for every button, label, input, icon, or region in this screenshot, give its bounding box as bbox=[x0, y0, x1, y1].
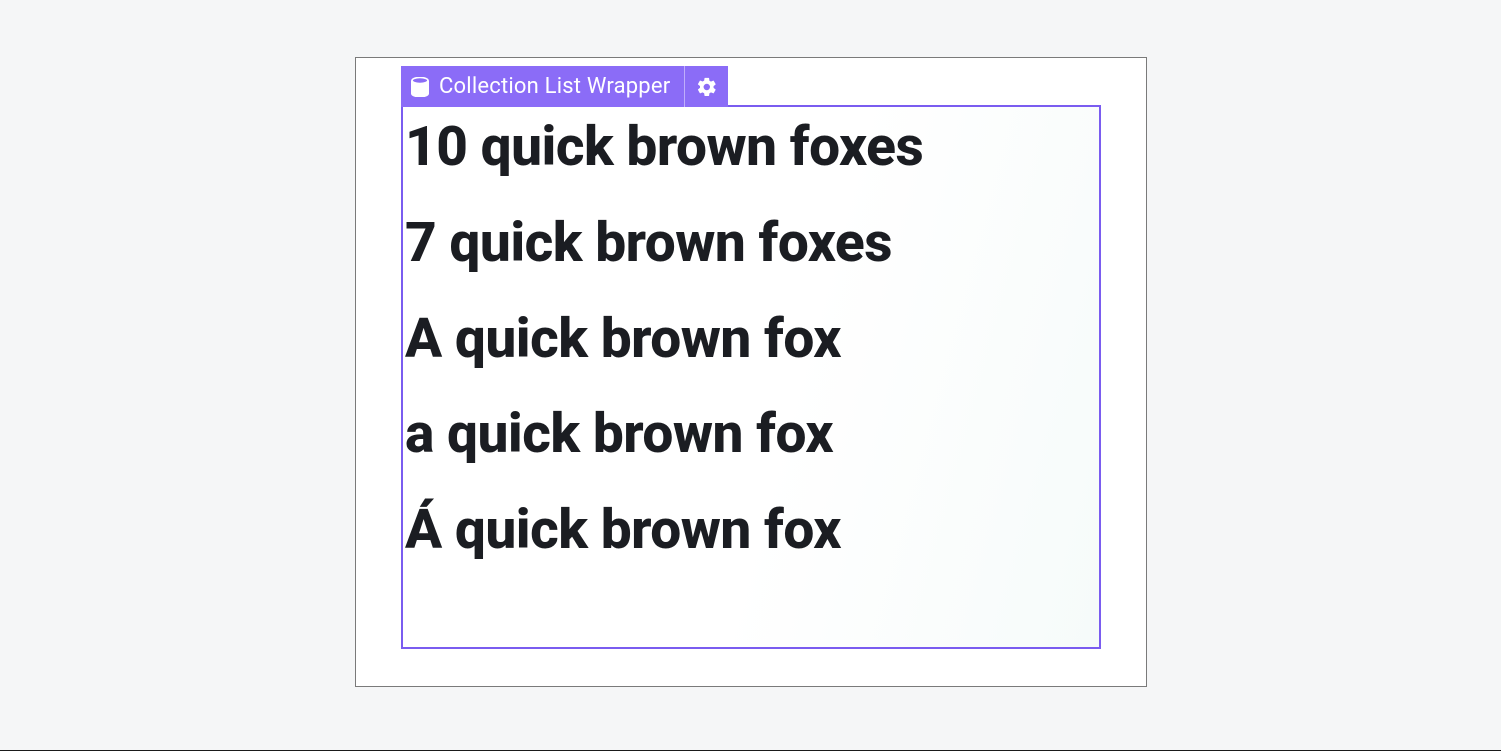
canvas-frame: Collection List Wrapper 10 quick brown f… bbox=[355, 57, 1147, 687]
collection-list[interactable]: 10 quick brown foxes 7 quick brown foxes… bbox=[405, 119, 1097, 560]
list-item[interactable]: A quick brown fox bbox=[405, 311, 1097, 369]
element-tag-label-area[interactable]: Collection List Wrapper bbox=[401, 66, 684, 107]
database-icon bbox=[411, 77, 429, 97]
element-settings-button[interactable] bbox=[684, 66, 728, 107]
collection-list-wrapper[interactable]: Collection List Wrapper 10 quick brown f… bbox=[401, 105, 1101, 649]
element-tag-text: Collection List Wrapper bbox=[439, 74, 670, 99]
list-item[interactable]: 10 quick brown foxes bbox=[405, 119, 1097, 177]
list-item[interactable]: Á quick brown fox bbox=[405, 502, 1097, 560]
list-item[interactable]: 7 quick brown foxes bbox=[405, 215, 1097, 273]
element-tag: Collection List Wrapper bbox=[401, 66, 728, 107]
list-item[interactable]: a quick brown fox bbox=[405, 406, 1097, 464]
gear-icon bbox=[696, 76, 718, 98]
